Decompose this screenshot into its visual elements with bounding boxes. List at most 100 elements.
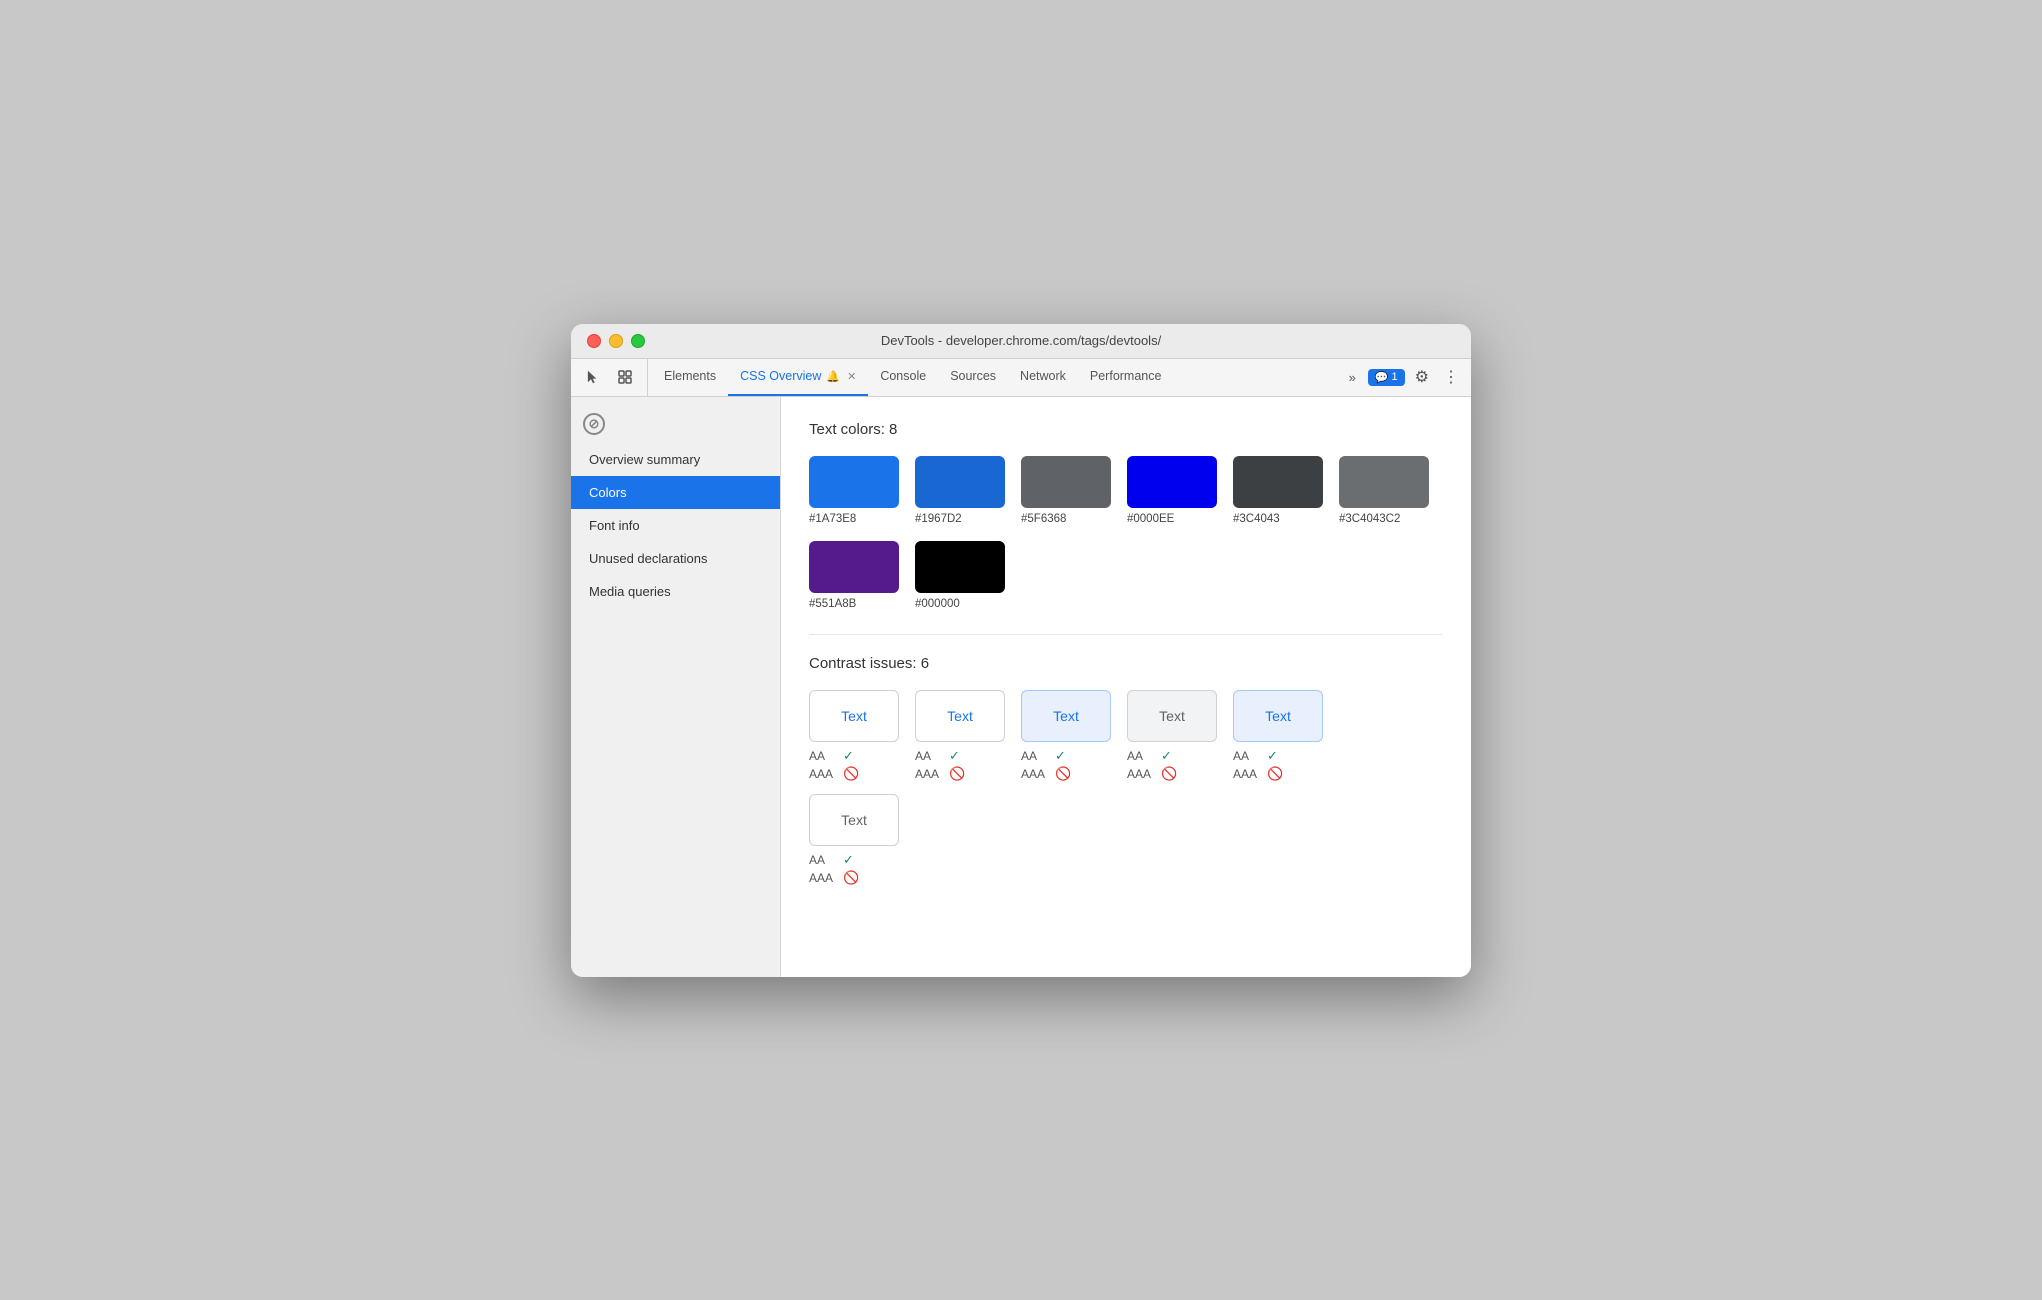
aa-row-6: AA ✓ <box>809 852 859 868</box>
contrast-text-4: Text <box>1159 708 1185 724</box>
contrast-grid: Text AA ✓ AAA 🚫 <box>809 690 1443 782</box>
tab-elements[interactable]: Elements <box>652 359 728 396</box>
contrast-item-4: Text AA ✓ AAA 🚫 <box>1127 690 1217 782</box>
aa-row-3: AA ✓ <box>1021 748 1071 764</box>
color-hex-label: #3C4043 <box>1233 513 1280 525</box>
sidebar-top: ⊘ <box>571 405 780 443</box>
contrast-item-5: Text AA ✓ AAA 🚫 <box>1233 690 1323 782</box>
aa-pass-icon: ✓ <box>1161 748 1172 764</box>
contrast-ratings-4: AA ✓ AAA 🚫 <box>1127 748 1177 782</box>
contrast-box-5[interactable]: Text <box>1233 690 1323 742</box>
color-item-551a8b[interactable]: #551A8B <box>809 541 899 610</box>
chat-count: 1 <box>1392 371 1398 383</box>
aaa-fail-icon: 🚫 <box>1055 766 1071 782</box>
color-hex-label: #000000 <box>915 598 960 610</box>
more-tabs-button[interactable]: » <box>1343 370 1362 385</box>
contrast-box-1[interactable]: Text <box>809 690 899 742</box>
section-divider <box>809 634 1443 635</box>
aaa-fail-icon: 🚫 <box>949 766 965 782</box>
aaa-label: AAA <box>1021 767 1049 781</box>
contrast-issues-title: Contrast issues: 6 <box>809 655 1443 672</box>
text-colors-title: Text colors: 8 <box>809 421 1443 438</box>
color-swatch[interactable] <box>1339 456 1429 508</box>
contrast-text-1: Text <box>841 708 867 724</box>
aaa-row-4: AAA 🚫 <box>1127 766 1177 782</box>
aa-row-5: AA ✓ <box>1233 748 1283 764</box>
main-layout: ⊘ Overview summary Colors Font info Unus… <box>571 397 1471 977</box>
color-grid: #1A73E8 #1967D2 #5F6368 #0000EE #3C4043 <box>809 456 1443 610</box>
color-item-3c4043c2[interactable]: #3C4043C2 <box>1339 456 1429 525</box>
contrast-box-6[interactable]: Text <box>809 794 899 846</box>
sidebar-item-font-info[interactable]: Font info <box>571 509 780 542</box>
aa-pass-icon: ✓ <box>843 748 854 764</box>
aa-pass-icon: ✓ <box>949 748 960 764</box>
minimize-button[interactable] <box>609 334 623 348</box>
sidebar-item-unused-declarations[interactable]: Unused declarations <box>571 542 780 575</box>
color-item-1967d2[interactable]: #1967D2 <box>915 456 1005 525</box>
color-swatch[interactable] <box>1021 456 1111 508</box>
toolbar: Elements CSS Overview 🔔 ✕ Console Source… <box>571 359 1471 397</box>
tab-sources[interactable]: Sources <box>938 359 1008 396</box>
aa-label: AA <box>1233 749 1261 763</box>
chat-icon: 💬 <box>1375 371 1389 384</box>
tab-network[interactable]: Network <box>1008 359 1078 396</box>
aaa-label: AAA <box>809 871 837 885</box>
contrast-text-2: Text <box>947 708 973 724</box>
contrast-ratings-1: AA ✓ AAA 🚫 <box>809 748 859 782</box>
contrast-box-3[interactable]: Text <box>1021 690 1111 742</box>
toolbar-icon-group <box>579 359 648 396</box>
tab-console[interactable]: Console <box>868 359 938 396</box>
color-item-000000[interactable]: #000000 <box>915 541 1005 610</box>
color-item-0000ee[interactable]: #0000EE <box>1127 456 1217 525</box>
contrast-box-4[interactable]: Text <box>1127 690 1217 742</box>
aaa-row-2: AAA 🚫 <box>915 766 965 782</box>
tab-css-overview[interactable]: CSS Overview 🔔 ✕ <box>728 359 868 396</box>
aa-pass-icon: ✓ <box>1267 748 1278 764</box>
contrast-ratings-5: AA ✓ AAA 🚫 <box>1233 748 1283 782</box>
contrast-item-2: Text AA ✓ AAA 🚫 <box>915 690 1005 782</box>
tab-performance[interactable]: Performance <box>1078 359 1174 396</box>
tab-close-icon[interactable]: ✕ <box>847 370 856 383</box>
aa-pass-icon: ✓ <box>1055 748 1066 764</box>
color-swatch[interactable] <box>1127 456 1217 508</box>
close-button[interactable] <box>587 334 601 348</box>
color-item-3c4043[interactable]: #3C4043 <box>1233 456 1323 525</box>
more-options-button[interactable]: ⋮ <box>1439 367 1463 387</box>
window-title: DevTools - developer.chrome.com/tags/dev… <box>881 333 1161 348</box>
sidebar-item-media-queries[interactable]: Media queries <box>571 575 780 608</box>
sidebar-item-overview-summary[interactable]: Overview summary <box>571 443 780 476</box>
color-swatch[interactable] <box>809 456 899 508</box>
devtools-window: DevTools - developer.chrome.com/tags/dev… <box>571 324 1471 977</box>
settings-button[interactable]: ⚙ <box>1411 367 1433 387</box>
aaa-row-3: AAA 🚫 <box>1021 766 1071 782</box>
content-area: Text colors: 8 #1A73E8 #1967D2 #5F6368 <box>781 397 1471 977</box>
color-swatch[interactable] <box>915 541 1005 593</box>
contrast-ratings-2: AA ✓ AAA 🚫 <box>915 748 965 782</box>
color-hex-label: #1967D2 <box>915 513 962 525</box>
color-hex-label: #3C4043C2 <box>1339 513 1400 525</box>
aaa-fail-icon: 🚫 <box>1161 766 1177 782</box>
color-hex-label: #0000EE <box>1127 513 1174 525</box>
color-swatch[interactable] <box>1233 456 1323 508</box>
chat-button[interactable]: 💬 1 <box>1368 369 1405 386</box>
aaa-fail-icon: 🚫 <box>843 870 859 886</box>
color-hex-label: #551A8B <box>809 598 856 610</box>
maximize-button[interactable] <box>631 334 645 348</box>
contrast-box-2[interactable]: Text <box>915 690 1005 742</box>
aa-label: AA <box>915 749 943 763</box>
contrast-ratings-3: AA ✓ AAA 🚫 <box>1021 748 1071 782</box>
color-swatch[interactable] <box>915 456 1005 508</box>
inspect-icon[interactable] <box>611 363 639 391</box>
cursor-icon[interactable] <box>579 363 607 391</box>
color-swatch[interactable] <box>809 541 899 593</box>
sidebar-item-colors[interactable]: Colors <box>571 476 780 509</box>
color-item-5f6368[interactable]: #5F6368 <box>1021 456 1111 525</box>
aa-label: AA <box>809 853 837 867</box>
aa-row-4: AA ✓ <box>1127 748 1177 764</box>
aaa-label: AAA <box>809 767 837 781</box>
color-item-1a73e8[interactable]: #1A73E8 <box>809 456 899 525</box>
aaa-fail-icon: 🚫 <box>843 766 859 782</box>
toolbar-right: » 💬 1 ⚙ ⋮ <box>1343 359 1463 396</box>
sidebar: ⊘ Overview summary Colors Font info Unus… <box>571 397 781 977</box>
contrast-grid-row2: Text AA ✓ AAA 🚫 <box>809 794 1443 886</box>
